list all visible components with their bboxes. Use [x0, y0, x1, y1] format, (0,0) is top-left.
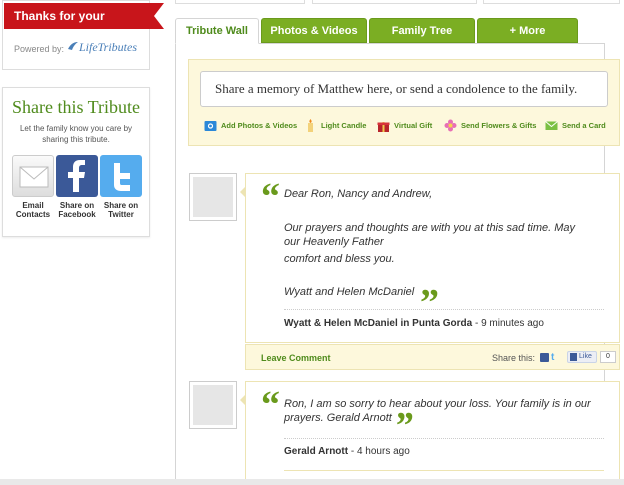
tab-family-tree[interactable]: Family Tree [369, 18, 475, 43]
camera-icon [204, 121, 217, 131]
share-this-label: Share this: [492, 353, 536, 363]
tab-tribute-wall[interactable]: Tribute Wall [175, 18, 259, 44]
tab-photos-videos[interactable]: Photos & Videos [261, 18, 367, 43]
powered-by-label: Powered by: [14, 44, 65, 54]
send-card-label: Send a Card [562, 121, 606, 130]
post-time: - 4 hours ago [348, 446, 410, 457]
avatar[interactable] [189, 173, 237, 221]
avatar-placeholder [193, 385, 233, 425]
facebook-share-label[interactable]: Share on Facebook [55, 201, 99, 219]
bird-icon [67, 40, 79, 55]
top-strip-3 [483, 0, 620, 4]
post-greeting: Dear Ron, Nancy and Andrew, [284, 188, 433, 200]
bottom-scrollbar[interactable] [0, 479, 624, 485]
add-photos-label: Add Photos & Videos [221, 121, 298, 130]
facebook-like-icon [570, 353, 577, 361]
post-divider [284, 309, 604, 310]
email-share-label[interactable]: Email Contacts [11, 201, 55, 219]
candle-icon [308, 119, 313, 132]
send-flowers-label: Send Flowers & Gifts [461, 121, 537, 130]
twitter-share-button[interactable] [100, 155, 142, 197]
post-signature: Wyatt and Helen McDaniel [284, 286, 415, 298]
share-title: Share this Tribute [11, 97, 140, 117]
email-share-button[interactable] [12, 155, 54, 197]
close-quote-icon: ” [394, 407, 416, 445]
post-author: Gerald Arnott - 4 hours ago [284, 446, 410, 457]
share-tribute-box: Share this Tribute Let the family know y… [2, 87, 150, 237]
virtual-gift-label: Virtual Gift [394, 121, 433, 130]
gift-icon [377, 122, 390, 132]
post-body: Ron, I am so sorry to hear about your lo… [284, 397, 600, 445]
close-quote-icon: ” [420, 282, 439, 324]
like-button[interactable]: Like [567, 351, 597, 363]
author-name[interactable]: Wyatt & Helen McDaniel in Punta Gorda [284, 318, 472, 329]
open-quote-icon: “ [261, 176, 280, 218]
facebook-share-button[interactable] [56, 155, 98, 197]
share-subtitle: Let the family know you care by sharing … [19, 124, 133, 144]
post-body-cont: comfort and bless you. [284, 253, 395, 265]
envelope-icon [545, 121, 558, 130]
light-candle-label: Light Candle [321, 121, 367, 130]
post-divider [284, 438, 604, 439]
flower-icon [444, 119, 457, 132]
post-body: Our prayers and thoughts are with you at… [284, 222, 576, 248]
post-author: Wyatt & Helen McDaniel in Punta Gorda - … [284, 318, 544, 329]
facebook-icon [68, 160, 85, 192]
like-label: Like [579, 353, 592, 360]
top-strip-2 [312, 0, 477, 4]
like-count: 0 [600, 351, 616, 363]
twitter-icon [114, 163, 130, 191]
leave-comment-link[interactable]: Leave Comment [261, 353, 331, 363]
twitter-share-label[interactable]: Share on Twitter [99, 201, 143, 219]
tab-more[interactable]: + More [477, 18, 578, 43]
twitter-small-icon[interactable]: t [551, 353, 561, 363]
post-body-text: Ron, I am so sorry to hear about your lo… [284, 398, 591, 424]
logo-text: LifeTributes [79, 40, 138, 54]
avatar[interactable] [189, 381, 237, 429]
post-footer-edge [284, 470, 604, 471]
top-strip-1 [175, 0, 305, 4]
lifetributes-logo[interactable]: LifeTributes [67, 40, 137, 55]
author-name[interactable]: Gerald Arnott [284, 446, 348, 457]
open-quote-icon: “ [261, 384, 280, 426]
post-time: - 9 minutes ago [472, 318, 544, 329]
avatar-placeholder [193, 177, 233, 217]
email-icon [19, 166, 49, 188]
page: Thanks for your support! Powered by: Lif… [0, 0, 624, 485]
facebook-small-icon[interactable] [540, 353, 549, 362]
support-ribbon: Thanks for your support! [4, 3, 164, 49]
memory-input[interactable]: Share a memory of Matthew here, or send … [200, 71, 608, 107]
